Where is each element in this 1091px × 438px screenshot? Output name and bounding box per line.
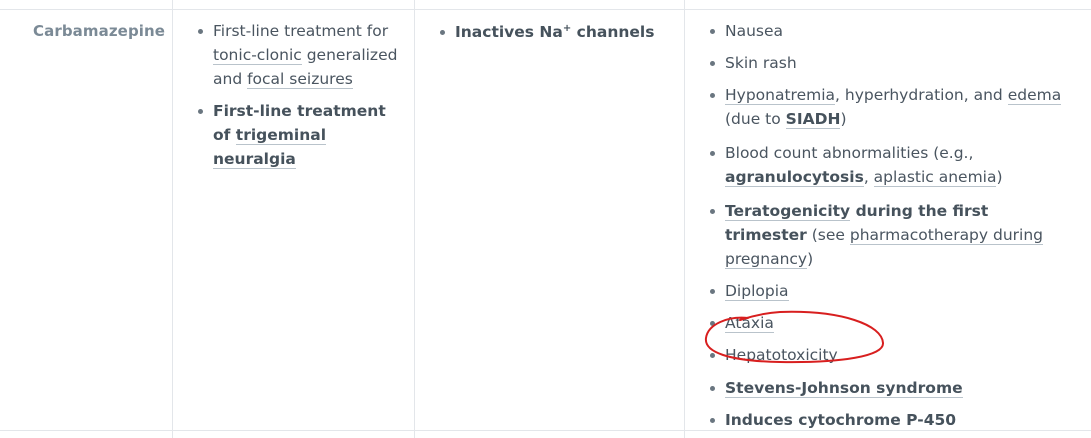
- list-item: Inactives Na+ channels: [440, 20, 675, 44]
- list-item: Teratogenicity during the first trimeste…: [710, 199, 1065, 271]
- term-link[interactable]: agranulocytosis: [725, 168, 864, 187]
- bullet-icon: [198, 29, 203, 34]
- list-item: First-line treatment for tonic-clonic ge…: [198, 19, 403, 91]
- drug-table: Carbamazepine First-line treatment for t…: [0, 0, 1091, 438]
- column-divider: [414, 0, 415, 438]
- list-item-text: Blood count abnormalities (e.g.,: [725, 144, 974, 162]
- list-item: Ataxia: [710, 311, 1065, 335]
- list-item-text: (see: [806, 226, 850, 244]
- bullet-icon: [710, 61, 715, 66]
- list-item-text: First-line treatment for: [213, 22, 389, 40]
- bullet-icon: [198, 109, 203, 114]
- term-link[interactable]: edema: [1007, 86, 1062, 105]
- bullet-icon: [710, 353, 715, 358]
- bullet-icon: [710, 289, 715, 294]
- list-item: Nausea: [710, 19, 1065, 43]
- column-divider: [684, 0, 685, 438]
- list-item-text: (due to: [725, 110, 786, 128]
- adverse-effects-cell: Nausea Skin rash Hyponatremia, hyperhydrat…: [710, 19, 1065, 432]
- term-link[interactable]: Stevens-Johnson syndrome: [725, 379, 963, 398]
- list-item: Stevens-Johnson syndrome: [710, 376, 1065, 400]
- list-item-text: Skin rash: [725, 54, 797, 72]
- list-item-text: Induces cytochrome P-450: [725, 411, 957, 429]
- term-link[interactable]: Ataxia: [725, 314, 774, 333]
- indications-list: First-line treatment for tonic-clonic ge…: [198, 19, 403, 171]
- term-link[interactable]: aplastic anemia: [873, 168, 997, 187]
- list-item: Induces cytochrome P-450: [710, 408, 1065, 432]
- list-item: Skin rash: [710, 51, 1065, 75]
- bullet-icon: [440, 30, 445, 35]
- column-divider: [172, 0, 173, 438]
- mechanism-list: Inactives Na+ channels: [440, 20, 675, 44]
- bullet-icon: [710, 386, 715, 391]
- term-link[interactable]: Hyponatremia: [725, 86, 836, 105]
- mechanism-text-end: channels: [571, 23, 655, 41]
- term-link[interactable]: Teratogenicity: [725, 202, 851, 221]
- term-link[interactable]: Diplopia: [725, 282, 789, 301]
- bullet-icon: [710, 418, 715, 423]
- adverse-effects-list: Nausea Skin rash Hyponatremia, hyperhydrat…: [710, 19, 1065, 432]
- list-item-text: ): [840, 110, 847, 128]
- mechanism-superscript: +: [562, 22, 572, 34]
- bullet-icon: [710, 209, 715, 214]
- list-item: First-line treatment of trigeminal neura…: [198, 99, 403, 171]
- mechanism-cell: Inactives Na+ channels: [440, 20, 675, 44]
- bullet-icon: [710, 321, 715, 326]
- bullet-icon: [710, 29, 715, 34]
- term-link[interactable]: focal seizures: [247, 70, 353, 89]
- term-link[interactable]: SIADH: [785, 110, 841, 129]
- indications-cell: First-line treatment for tonic-clonic ge…: [198, 19, 403, 171]
- mechanism-text: Inactives Na: [455, 23, 563, 41]
- list-item-text: ): [996, 168, 1003, 186]
- list-item-text: Hepatotoxicity: [725, 346, 838, 364]
- list-item: Blood count abnormalities (e.g., agranul…: [710, 141, 1065, 189]
- bullet-icon: [710, 151, 715, 156]
- drug-name: Carbamazepine: [33, 22, 166, 40]
- list-item-text: ,: [863, 168, 874, 186]
- list-item-text: , hyperhydration, and: [835, 86, 1008, 104]
- list-item: Diplopia: [710, 279, 1065, 303]
- term-link[interactable]: tonic-clonic: [213, 46, 302, 65]
- list-item-text: ): [807, 250, 814, 268]
- row-top-border: [0, 9, 1091, 10]
- list-item: Hyponatremia, hyperhydration, and edema …: [710, 83, 1065, 131]
- list-item-text: Nausea: [725, 22, 784, 40]
- bullet-icon: [710, 93, 715, 98]
- list-item: Hepatotoxicity: [710, 343, 1065, 367]
